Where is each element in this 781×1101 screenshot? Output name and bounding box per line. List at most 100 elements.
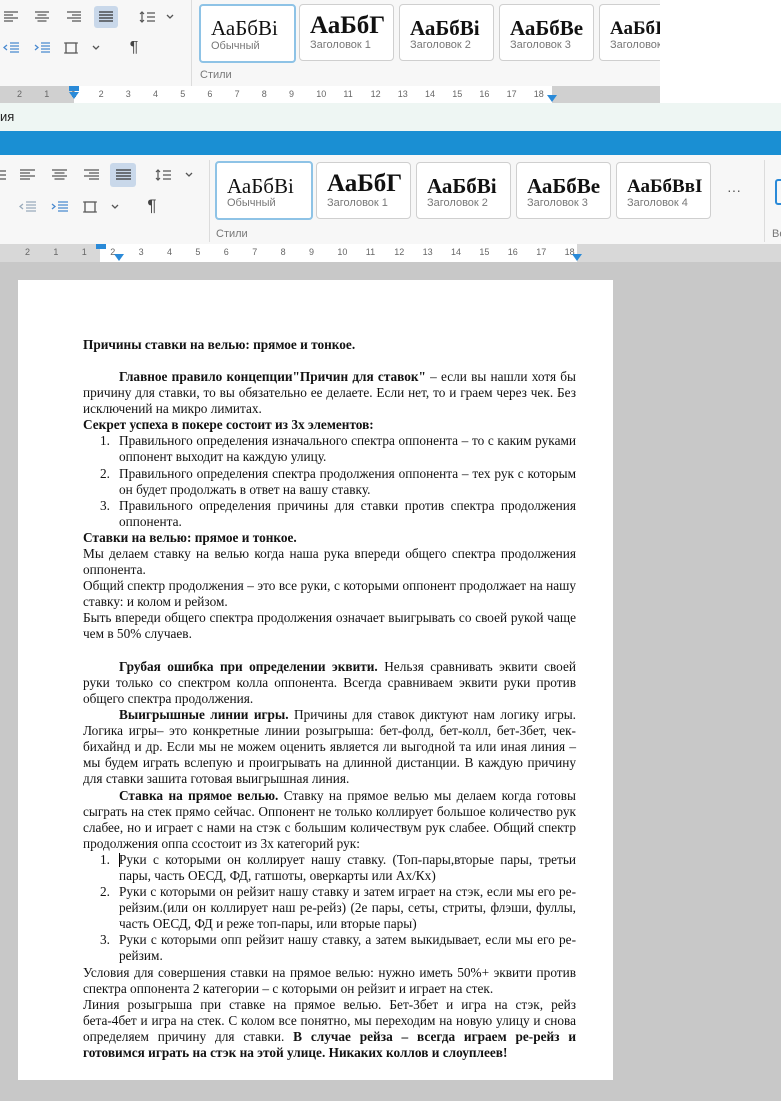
ruler-tick-label: 1 (44, 89, 50, 99)
style-normal[interactable]: АаБбВі Обычный (215, 161, 313, 220)
doc-paragraph: Условия для совершения ставки на прямое … (83, 965, 576, 996)
ruler-tick-label: 2 (17, 89, 23, 99)
align-left-icon[interactable] (16, 165, 38, 185)
shading-icon[interactable] (63, 38, 103, 58)
ruler-tick-label: 8 (261, 89, 267, 99)
list-item: Правильного определения изначального спе… (119, 433, 576, 464)
doc-paragraph: Линия розыгрыша при ставке на прямое вел… (83, 997, 576, 1061)
ruler-tick-label: 9 (289, 89, 295, 99)
ruler-tick-label: 18 (533, 89, 544, 99)
list-icon[interactable] (0, 165, 6, 185)
style-name: Обычный (211, 40, 260, 52)
style-sample: АаБбВе (510, 16, 584, 40)
decrease-indent-icon[interactable] (16, 197, 38, 217)
ruler-indent-marker[interactable] (69, 92, 79, 99)
doc-bold-run: Ставка на прямое велью. (119, 788, 279, 803)
top-right-blank (660, 0, 781, 103)
align-center-icon[interactable] (48, 165, 70, 185)
increase-indent-icon[interactable] (31, 38, 53, 58)
style-heading1-top[interactable]: АаБбГ Заголовок 1 (299, 4, 394, 61)
ruler-tick-label: 15 (479, 247, 490, 257)
ruler-tick-label: 6 (223, 247, 229, 257)
ruler-tick-label: 7 (252, 247, 258, 257)
style-sample: АаБбГ (310, 12, 386, 39)
list-item: Руки с которыми опп рейзит нашу ставку, … (119, 932, 576, 963)
doc-title: Причины ставки на велью: прямое и тонкое… (83, 337, 356, 352)
increase-indent-icon[interactable] (48, 197, 70, 217)
style-sample: АаБбВі (227, 174, 294, 198)
ruler-tick-label: 1 (81, 247, 87, 257)
doc-paragraph: Общий спектр продолжения – это все руки,… (83, 578, 576, 609)
status-strip (0, 103, 781, 131)
style-normal-top[interactable]: АаБбВі Обычный (199, 4, 296, 63)
ruler-tick-label: 3 (125, 89, 131, 99)
list-item: Правильного определения спектра продолже… (119, 466, 576, 497)
ribbon-divider (191, 0, 192, 86)
pilcrow-icon[interactable]: ¶ (123, 38, 145, 58)
ruler-tick-label: 6 (207, 89, 213, 99)
ruler-tick-label: 8 (280, 247, 286, 257)
ruler-tick-label: 17 (506, 89, 517, 99)
style-heading2-top[interactable]: АаБбВі Заголовок 2 (399, 4, 494, 61)
style-heading2[interactable]: АаБбВі Заголовок 2 (416, 162, 511, 219)
ruler-tick-label: 4 (167, 247, 173, 257)
ruler-tick-label: 2 (25, 247, 31, 257)
list-number: 3. (100, 932, 110, 947)
pilcrow-icon[interactable]: ¶ (141, 196, 163, 216)
doc-heading: Секрет успеха в покере состоит из 3х эле… (83, 417, 374, 432)
ruler-tick-label: 14 (451, 247, 462, 257)
styles-more-button[interactable]: ··· (727, 182, 741, 198)
align-right-icon[interactable] (63, 7, 85, 27)
list-number: 2. (100, 466, 110, 481)
ruler-tick-label: 5 (180, 89, 186, 99)
ruler-tick-label: 12 (370, 89, 381, 99)
align-right-icon[interactable] (80, 165, 102, 185)
ruler-right-indent[interactable] (572, 254, 582, 261)
style-sample: АаБбВі (427, 174, 497, 198)
decrease-indent-icon[interactable] (0, 38, 22, 58)
style-name: Заголовок 3 (527, 197, 588, 209)
style-heading3[interactable]: АаБбВе Заголовок 3 (516, 162, 611, 219)
style-name: Заголовок 2 (427, 197, 488, 209)
next-group-label: Ве (772, 228, 781, 240)
style-sample: АаБбГ (327, 170, 403, 197)
style-sample: АаБбВе (527, 174, 601, 198)
line-spacing-icon[interactable] (153, 165, 197, 185)
style-heading1[interactable]: АаБбГ Заголовок 1 (316, 162, 411, 219)
style-sample: АаБбВвІ (627, 176, 703, 197)
status-strip-text: ия (0, 109, 15, 124)
ruler-hanging-indent[interactable] (114, 254, 124, 261)
ruler-indent-marker[interactable] (69, 86, 79, 91)
doc-paragraph: Грубая ошибка при определении эквити. Не… (83, 659, 576, 707)
ruler-tick-label: 14 (425, 89, 436, 99)
justify-icon[interactable] (110, 163, 136, 187)
list-number: 1. (100, 852, 110, 867)
ruler-tick-label: 11 (365, 247, 376, 257)
ruler-tick-label: 1 (53, 247, 59, 257)
list-number: 2. (100, 884, 110, 899)
doc-heading: Ставки на велью: прямое и тонкое. (83, 530, 297, 545)
style-name: Обычный (227, 197, 276, 209)
shading-icon[interactable] (82, 197, 122, 217)
line-spacing-icon[interactable] (137, 7, 177, 27)
next-group-icon[interactable] (775, 179, 781, 205)
ruler-tick-label: 5 (195, 247, 201, 257)
ruler-tick-label: 16 (507, 247, 518, 257)
ruler-tick-label: 11 (343, 89, 353, 99)
doc-bold-run: Выигрышные линии игры. (119, 707, 289, 722)
style-name: Заголовок 4 (627, 197, 688, 209)
ruler-right-indent[interactable] (547, 95, 557, 102)
align-center-icon[interactable] (31, 7, 53, 27)
justify-icon[interactable] (94, 6, 118, 28)
ruler-tick-label: 4 (153, 89, 159, 99)
style-heading3-top[interactable]: АаБбВе Заголовок 3 (499, 4, 594, 61)
text-cursor (119, 853, 120, 867)
doc-paragraph: Выигрышные линии игры. Причины для ставо… (83, 707, 576, 787)
doc-paragraph: Ставка на прямое велью. Ставку на прямое… (83, 788, 576, 852)
style-sample: АаБбВі (410, 16, 480, 40)
ruler-first-line-indent[interactable] (96, 244, 106, 249)
align-left-icon[interactable] (0, 7, 22, 27)
style-heading4[interactable]: АаБбВвІ Заголовок 4 (616, 162, 711, 219)
list-item: Руки с которыми он рейзит нашу ставку и … (119, 884, 576, 931)
ribbon-divider (209, 160, 210, 242)
